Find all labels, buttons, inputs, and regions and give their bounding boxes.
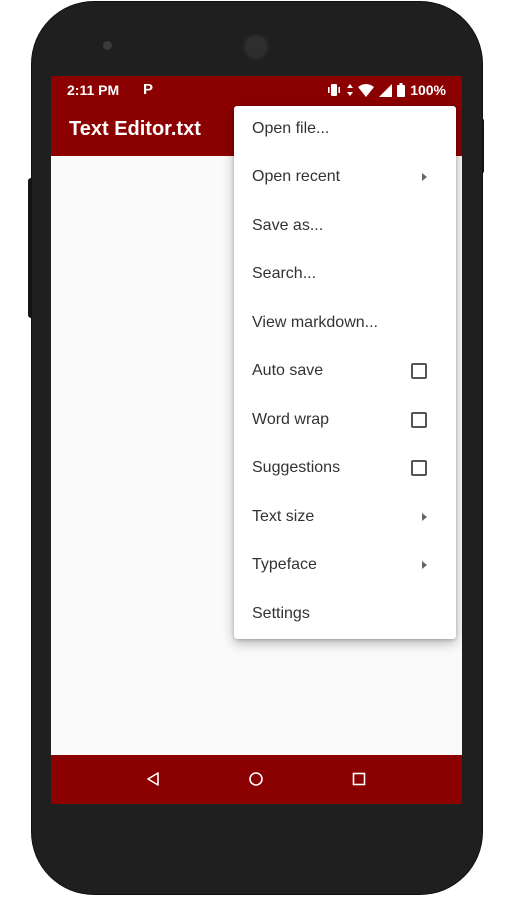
notification-icon: P (143, 81, 154, 98)
page-title: Text Editor.txt (69, 118, 201, 140)
menu-item-suggestions[interactable]: Suggestions (234, 445, 456, 493)
menu-item-label: Open file... (252, 120, 330, 137)
menu-item-label: View markdown... (252, 314, 378, 331)
menu-item-label: Suggestions (252, 459, 341, 476)
recents-icon[interactable] (347, 767, 371, 791)
menu-item-open-recent[interactable]: Open recent (234, 154, 456, 202)
battery-percent: 100% (410, 82, 446, 98)
menu-item-label: Settings (252, 605, 310, 622)
menu-item-auto-save[interactable]: Auto save (234, 348, 456, 396)
menu-item-label: Search... (252, 265, 317, 282)
overflow-menu: Open file... Open recent Save as... Sear… (234, 106, 456, 639)
proximity-sensor (103, 41, 112, 50)
menu-item-text-size[interactable]: Text size (234, 494, 456, 542)
battery-icon (397, 83, 406, 97)
menu-item-settings[interactable]: Settings (234, 591, 456, 639)
wifi-icon (358, 83, 375, 97)
auto-save-checkbox[interactable] (411, 363, 427, 379)
front-camera (243, 34, 269, 60)
submenu-arrow-icon (422, 561, 427, 569)
home-icon[interactable] (244, 767, 268, 791)
submenu-arrow-icon (422, 513, 427, 521)
menu-item-save-as[interactable]: Save as... (234, 203, 456, 251)
menu-item-typeface[interactable]: Typeface (234, 542, 456, 590)
menu-item-label: Open recent (252, 168, 341, 185)
menu-item-label: Typeface (252, 556, 317, 573)
word-wrap-checkbox[interactable] (411, 412, 427, 428)
menu-item-word-wrap[interactable]: Word wrap (234, 397, 456, 445)
suggestions-checkbox[interactable] (411, 460, 427, 476)
status-time: 2:11 PM (67, 82, 120, 98)
menu-item-label: Auto save (252, 362, 324, 379)
menu-item-search[interactable]: Search... (234, 251, 456, 299)
back-icon[interactable] (141, 767, 165, 791)
menu-item-label: Word wrap (252, 411, 330, 428)
submenu-arrow-icon (422, 173, 427, 181)
cell-signal-icon (379, 83, 393, 97)
menu-item-label: Save as... (252, 217, 324, 234)
menu-item-view-markdown[interactable]: View markdown... (234, 300, 456, 348)
menu-item-label: Text size (252, 508, 315, 525)
menu-item-open-file[interactable]: Open file... (234, 106, 456, 154)
vibrate-icon (326, 83, 342, 97)
status-bar: 2:11 PM P 100% (51, 76, 462, 104)
status-icons: 100% (326, 82, 446, 98)
navigation-bar (51, 755, 462, 804)
data-arrows-icon (347, 84, 354, 96)
